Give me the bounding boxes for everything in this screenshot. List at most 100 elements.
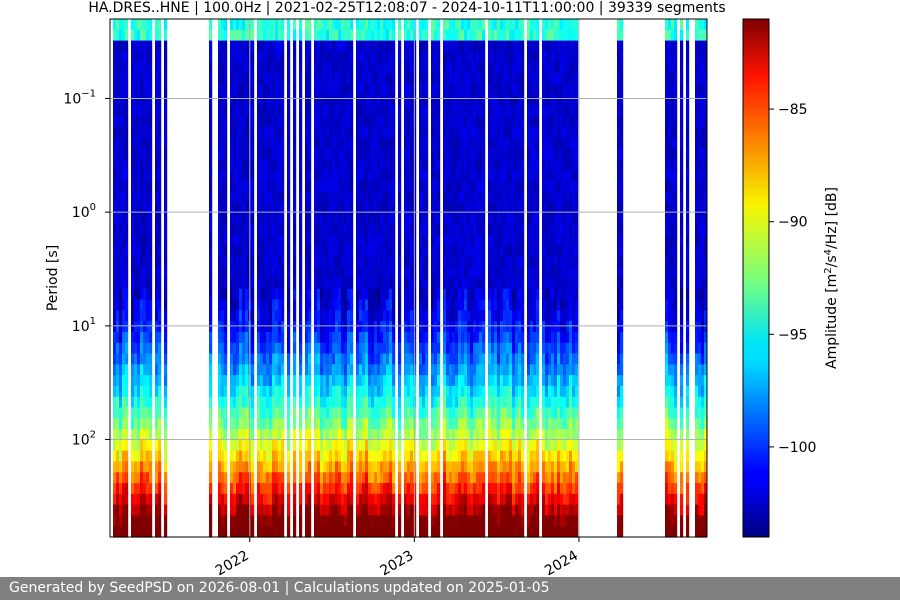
psd-cell: [320, 515, 324, 527]
psd-cell: [224, 40, 228, 52]
psd-cell: [359, 137, 363, 150]
psd-cell: [452, 267, 456, 279]
psd-cell: [515, 267, 519, 279]
psd-cell: [506, 256, 510, 268]
psd-cell: [362, 62, 366, 74]
psd-cell: [281, 310, 285, 322]
psd-cell: [386, 321, 390, 333]
psd-cell: [119, 461, 123, 473]
psd-cell: [491, 526, 495, 538]
psd-cell: [350, 461, 354, 473]
psd-cell: [464, 72, 468, 85]
psd-cell: [155, 72, 159, 85]
psd-cell: [506, 224, 510, 236]
psd-cell: [137, 180, 141, 193]
psd-cell: [134, 331, 138, 344]
psd-cell: [158, 224, 162, 236]
psd-cell: [479, 418, 483, 430]
psd-cell: [233, 126, 237, 139]
psd-cell: [158, 180, 162, 193]
psd-cell: [122, 159, 126, 171]
psd-cell: [251, 126, 255, 139]
psd-cell: [113, 321, 117, 333]
psd-cell: [332, 83, 336, 96]
psd-cell: [293, 504, 297, 517]
psd-cell: [437, 321, 441, 333]
psd-cell: [158, 385, 162, 398]
psd-cell: [389, 40, 393, 52]
psd-cell: [503, 342, 507, 355]
psd-cell: [506, 331, 510, 344]
psd-cell: [239, 515, 243, 527]
psd-cell: [116, 29, 120, 42]
psd-cell: [323, 256, 327, 268]
psd-cell: [293, 353, 297, 365]
psd-cell: [341, 310, 345, 322]
psd-cell: [500, 288, 504, 301]
psd-cell: [374, 94, 378, 106]
psd-cell: [473, 483, 477, 495]
psd-cell: [464, 461, 468, 473]
psd-cell: [155, 299, 159, 311]
psd-cell: [260, 83, 264, 96]
psd-cell: [257, 515, 261, 527]
psd-cell: [431, 245, 435, 258]
psd-cell: [326, 170, 330, 182]
psd-cell: [392, 331, 396, 344]
psd-cell: [437, 170, 441, 182]
psd-cell: [494, 94, 498, 106]
psd-cell: [398, 180, 402, 193]
psd-cell: [425, 396, 429, 409]
psd-cell: [164, 353, 168, 365]
psd-cell: [518, 137, 522, 150]
psd-cell: [239, 483, 243, 495]
psd-cell: [383, 19, 387, 31]
psd-cell: [299, 159, 303, 171]
psd-cell: [407, 191, 411, 204]
psd-cell: [116, 407, 120, 419]
psd-cell: [383, 364, 387, 376]
psd-cell: [359, 353, 363, 365]
psd-cell: [131, 331, 135, 344]
psd-cell: [224, 418, 228, 430]
psd-cell: [512, 504, 516, 517]
psd-cell: [410, 331, 414, 344]
psd-cell: [404, 94, 408, 106]
psd-cell: [374, 375, 378, 387]
psd-cell: [134, 439, 138, 452]
psd-cell: [443, 483, 447, 495]
psd-cell: [245, 234, 249, 247]
psd-cell: [461, 504, 465, 517]
psd-cell: [155, 450, 159, 463]
psd-cell: [263, 331, 267, 344]
psd-cell: [449, 51, 453, 63]
psd-cell: [503, 385, 507, 398]
psd-cell: [425, 461, 429, 473]
psd-cell: [281, 429, 285, 441]
psd-cell: [347, 256, 351, 268]
psd-cell: [470, 331, 474, 344]
psd-cell: [449, 407, 453, 419]
psd-cell: [143, 504, 147, 517]
psd-cell: [260, 126, 264, 139]
psd-cell: [158, 493, 162, 506]
psd-cell: [278, 191, 282, 204]
psd-cell: [491, 180, 495, 193]
psd-cell: [365, 396, 369, 409]
psd-cell: [407, 450, 411, 463]
psd-cell: [479, 396, 483, 409]
psd-cell: [452, 515, 456, 527]
psd-cell: [371, 331, 375, 344]
psd-cell: [491, 278, 495, 290]
psd-cell: [470, 19, 474, 31]
psd-cell: [230, 493, 234, 506]
psd-cell: [113, 278, 117, 290]
psd-cell: [251, 396, 255, 409]
psd-cell: [464, 364, 468, 376]
psd-cell: [431, 180, 435, 193]
psd-cell: [122, 62, 126, 74]
psd-cell: [446, 385, 450, 398]
psd-cell: [425, 94, 429, 106]
psd-cell: [452, 483, 456, 495]
psd-cell: [155, 321, 159, 333]
